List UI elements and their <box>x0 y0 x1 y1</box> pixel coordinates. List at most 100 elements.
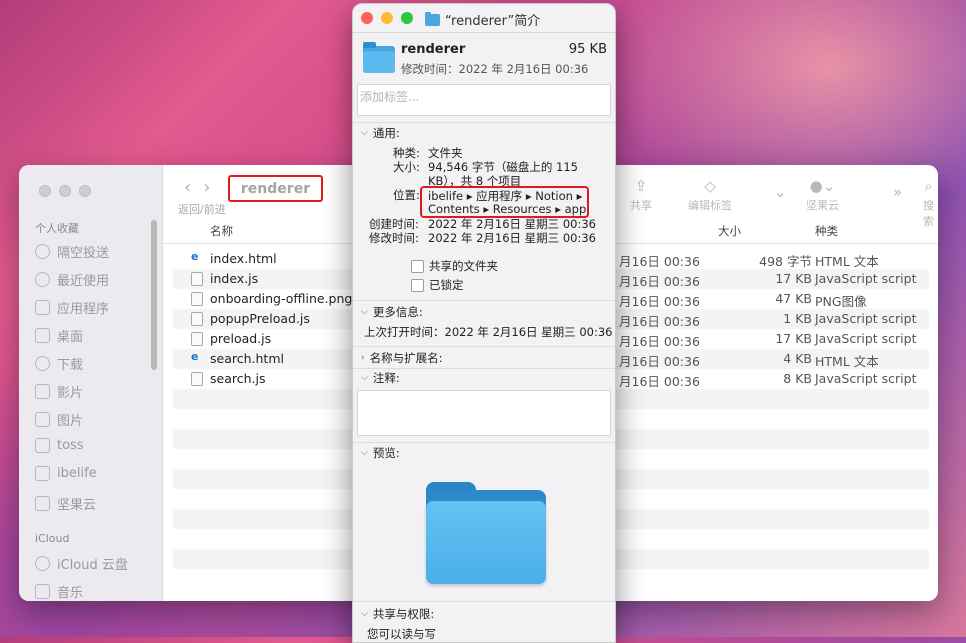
clock-icon <box>35 272 50 287</box>
item-size: 95 KB <box>568 42 607 57</box>
home-icon <box>35 466 50 481</box>
location-value-line2: Contents ▸ Resources ▸ app <box>428 202 587 216</box>
share-button[interactable]: ⇪ 共享 <box>630 177 652 213</box>
nav-label: 返回/前进 <box>178 203 226 216</box>
size-label: 大小: <box>393 160 420 174</box>
applications-icon <box>35 300 50 315</box>
sidebar-item-applications[interactable]: 应用程序 <box>35 298 109 317</box>
divider <box>353 122 615 123</box>
item-modified: 修改时间：2022 年 2月16日 00:36 <box>401 62 589 76</box>
location-label: 位置: <box>393 188 420 202</box>
chevron-down-icon: ⌵ <box>361 128 368 138</box>
cloud-icon <box>35 556 50 571</box>
info-titlebar: “renderer”简介 <box>353 4 615 33</box>
more-button[interactable]: » <box>893 183 902 203</box>
column-name[interactable]: 名称 <box>210 223 233 239</box>
close-button[interactable] <box>39 185 51 197</box>
js-file-icon <box>191 372 203 386</box>
sidebar-item-pictures[interactable]: 图片 <box>35 410 83 429</box>
back-forward-buttons[interactable]: ‹› <box>184 177 222 198</box>
info-title: “renderer”简介 <box>425 10 540 29</box>
last-opened-value: 上次打开时间：2022 年 2月16日 星期三 00:36 <box>364 325 613 339</box>
photo-icon <box>35 412 50 427</box>
tags-input[interactable]: 添加标签... <box>357 84 611 116</box>
chevron-down-icon: ⌵ <box>361 373 368 383</box>
preview-section-toggle[interactable]: ⌵ 预览: <box>361 445 400 461</box>
column-size[interactable]: 大小 <box>718 223 741 239</box>
view-options-button[interactable]: ⌄ <box>774 183 787 203</box>
finder-sidebar: 个人收藏 隔空投送 最近使用 应用程序 桌面 下载 影片 图片 toss ibe… <box>19 165 163 601</box>
folder-front <box>426 501 546 584</box>
chevron-down-icon: ⌵ <box>361 609 368 619</box>
window-title: renderer <box>228 175 323 202</box>
icloud-header: iCloud <box>35 532 70 545</box>
sidebar-item-movies[interactable]: 影片 <box>35 382 83 401</box>
desktop-icon <box>35 328 50 343</box>
js-file-icon <box>191 312 203 326</box>
js-file-icon <box>191 272 203 286</box>
js-file-icon <box>191 332 203 346</box>
modified-label: 修改时间: <box>369 231 419 245</box>
column-kind[interactable]: 种类 <box>815 223 838 239</box>
minimize-button[interactable] <box>381 12 393 24</box>
tag-icon: ◇ <box>704 177 716 195</box>
sidebar-item-icloud-drive[interactable]: iCloud 云盘 <box>35 554 128 573</box>
divider <box>353 300 615 301</box>
divider <box>353 368 615 369</box>
get-info-panel: “renderer”简介 renderer 95 KB 修改时间：2022 年 … <box>352 3 616 643</box>
sharing-section-toggle[interactable]: ⌵ 共享与权限: <box>361 606 434 622</box>
divider <box>353 346 615 347</box>
item-name: renderer <box>401 42 466 57</box>
comments-input[interactable] <box>357 390 611 436</box>
search-icon: ⌕ <box>924 177 933 195</box>
sidebar-item-airdrop[interactable]: 隔空投送 <box>35 242 109 261</box>
html-file-icon: e <box>191 350 199 363</box>
checkbox-icon <box>411 278 424 292</box>
folder-icon <box>35 438 50 453</box>
download-icon <box>35 356 50 371</box>
sidebar-item-downloads[interactable]: 下载 <box>35 354 83 373</box>
sidebar-item-music[interactable]: 音乐 <box>35 582 83 601</box>
html-file-icon: e <box>191 250 199 263</box>
favorites-header: 个人收藏 <box>35 222 79 235</box>
chevron-down-icon: ⌵ <box>361 448 368 458</box>
airdrop-icon <box>35 244 50 259</box>
nut-icon: ●⌄ <box>809 177 836 195</box>
sidebar-item-nutstore[interactable]: 坚果云 <box>35 494 96 513</box>
chevron-double-right-icon: » <box>893 183 903 201</box>
checkbox-icon <box>411 259 424 273</box>
music-icon <box>35 584 50 599</box>
film-icon <box>35 384 50 399</box>
shared-folder-checkbox[interactable]: 共享的文件夹 <box>411 258 498 274</box>
window-controls <box>39 185 91 197</box>
divider <box>353 442 615 443</box>
chevron-right-icon: › <box>361 353 365 363</box>
folder-preview-icon <box>426 482 546 584</box>
divider <box>353 601 615 602</box>
info-window-controls <box>361 12 413 24</box>
zoom-button[interactable] <box>79 185 91 197</box>
minimize-button[interactable] <box>59 185 71 197</box>
sharing-permission: 您可以读与写 <box>367 627 436 641</box>
more-info-section-toggle[interactable]: ⌵ 更多信息: <box>361 304 423 320</box>
share-icon: ⇪ <box>634 177 648 195</box>
sidebar-item-recents[interactable]: 最近使用 <box>35 270 109 289</box>
folder-icon <box>35 496 50 511</box>
image-file-icon <box>191 292 203 306</box>
zoom-button[interactable] <box>401 12 413 24</box>
edit-tags-button[interactable]: ◇ 编辑标签 <box>688 177 732 213</box>
name-extension-section-toggle[interactable]: › 名称与扩展名: <box>361 350 442 366</box>
locked-checkbox[interactable]: 已锁定 <box>411 277 464 293</box>
chevron-down-icon: ⌵ <box>361 307 368 317</box>
sidebar-item-home[interactable]: ibelife <box>35 466 97 481</box>
folder-icon <box>425 11 440 26</box>
sidebar-item-toss[interactable]: toss <box>35 438 84 453</box>
sidebar-item-desktop[interactable]: 桌面 <box>35 326 83 345</box>
chevron-down-icon: ⌄ <box>774 183 787 201</box>
close-button[interactable] <box>361 12 373 24</box>
general-section-toggle[interactable]: ⌵ 通用: <box>361 125 400 141</box>
nutstore-button[interactable]: ●⌄ 坚果云 <box>806 177 839 213</box>
comments-section-toggle[interactable]: ⌵ 注释: <box>361 370 400 386</box>
sidebar-scrollbar[interactable] <box>151 220 157 370</box>
modified-value: 2022 年 2月16日 星期三 00:36 <box>428 231 596 245</box>
